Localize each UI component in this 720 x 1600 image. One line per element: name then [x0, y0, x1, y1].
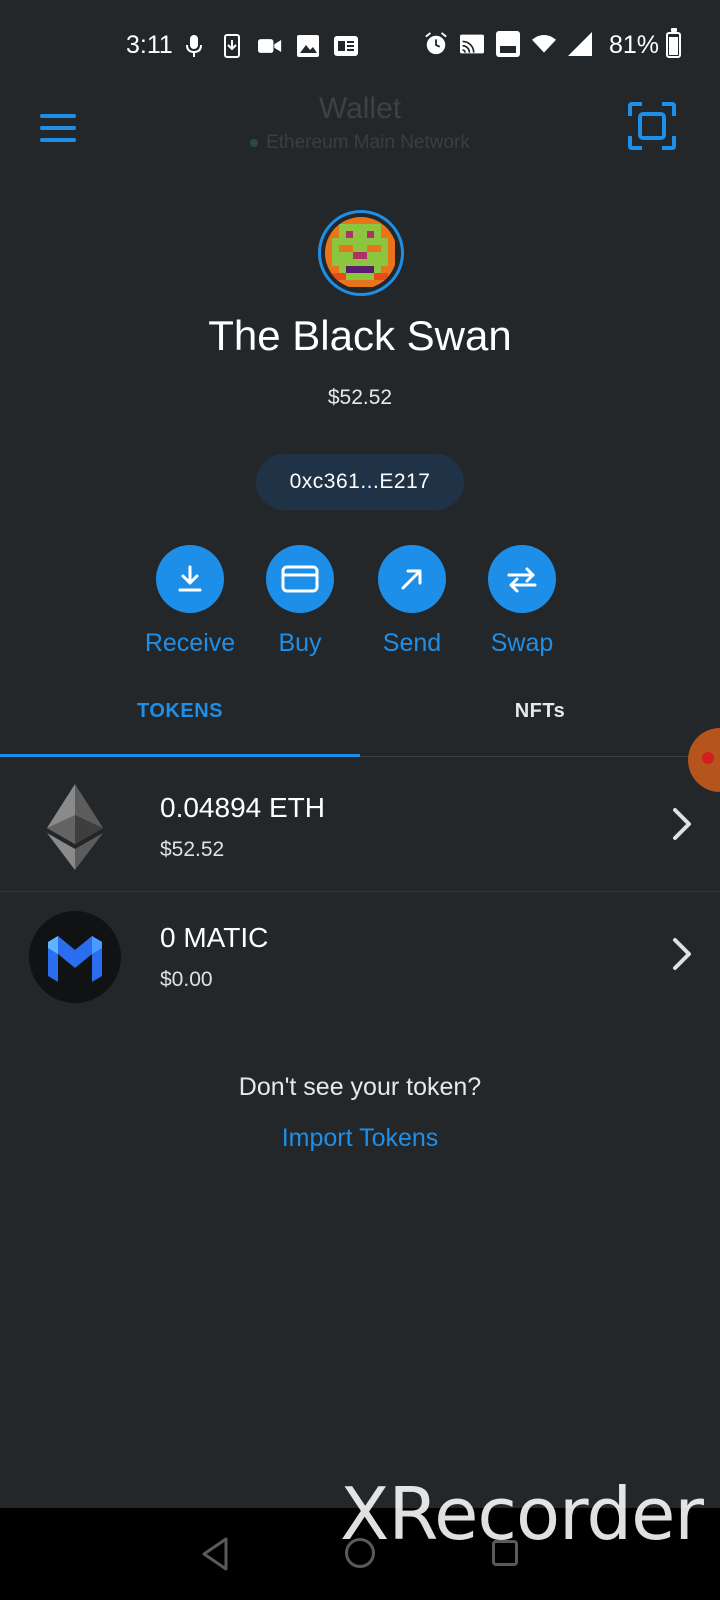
account-balance: $52.52: [327, 386, 393, 409]
wifi-icon: [532, 32, 556, 56]
send-button[interactable]: Send: [357, 545, 467, 658]
video-camera-icon: [258, 34, 282, 58]
arrow-up-right-icon: [378, 545, 446, 613]
card-icon: [266, 545, 334, 613]
signal-icon: [568, 32, 592, 56]
swap-icon: [488, 545, 556, 613]
avatar: [325, 217, 397, 289]
token-row-eth[interactable]: 0.04894 ETH $52.52: [0, 762, 720, 892]
chevron-right-icon: [670, 936, 694, 972]
polygon-matic-icon: [28, 910, 122, 1004]
token-amount: 0.04894 ETH: [160, 792, 325, 823]
image-icon: [296, 34, 320, 58]
account-name[interactable]: The Black Swan: [0, 312, 720, 360]
buy-button[interactable]: Buy: [245, 545, 355, 658]
ethereum-icon: [28, 780, 122, 874]
tab-divider: [360, 756, 720, 757]
token-amount: 0 MATIC: [160, 922, 269, 953]
network-indicator[interactable]: Ethereum Main Network: [0, 132, 720, 154]
download-icon: [156, 545, 224, 613]
active-tab-indicator: [0, 754, 360, 757]
status-bar: 3:11 81%: [0, 0, 720, 92]
network-status-dot: [250, 138, 259, 147]
recorder-watermark: XRecorder: [340, 1472, 704, 1556]
swap-label: Swap: [490, 629, 554, 657]
volte-icon: [496, 31, 520, 57]
system-icons: [424, 31, 592, 57]
alarm-icon: [424, 32, 448, 56]
import-prompt: Don't see your token?: [238, 1073, 482, 1101]
account-address-button[interactable]: 0xc361...E217: [256, 454, 464, 510]
asset-tabs: TOKENS NFTs: [0, 690, 720, 760]
token-row-matic[interactable]: 0 MATIC $0.00: [0, 892, 720, 1022]
tab-nfts[interactable]: NFTs: [360, 700, 720, 723]
download-notification-icon: [220, 34, 244, 58]
qr-scan-icon[interactable]: [628, 102, 676, 150]
battery-level: [669, 37, 678, 55]
notification-icons: [182, 34, 358, 58]
microphone-icon: [182, 34, 206, 58]
wallet-header: Wallet Ethereum Main Network: [0, 92, 720, 162]
status-time: 3:11: [126, 31, 173, 59]
cast-icon: [460, 32, 484, 56]
tab-tokens[interactable]: TOKENS: [0, 700, 360, 723]
battery-percent: 81%: [609, 31, 660, 59]
swap-button[interactable]: Swap: [467, 545, 577, 658]
send-label: Send: [382, 629, 442, 657]
network-name: Ethereum Main Network: [266, 132, 470, 153]
battery-icon: [666, 28, 681, 58]
news-icon: [334, 34, 358, 58]
back-icon[interactable]: [200, 1536, 230, 1572]
buy-label: Buy: [278, 629, 322, 657]
receive-button[interactable]: Receive: [135, 545, 245, 658]
import-tokens-link[interactable]: Import Tokens: [0, 1124, 720, 1153]
token-fiat-value: $52.52: [160, 838, 225, 861]
token-fiat-value: $0.00: [160, 968, 213, 991]
record-dot-icon: [702, 752, 714, 764]
page-title: Wallet: [318, 92, 402, 125]
chevron-right-icon: [670, 806, 694, 842]
receive-label: Receive: [144, 629, 236, 657]
account-avatar[interactable]: [318, 210, 404, 296]
